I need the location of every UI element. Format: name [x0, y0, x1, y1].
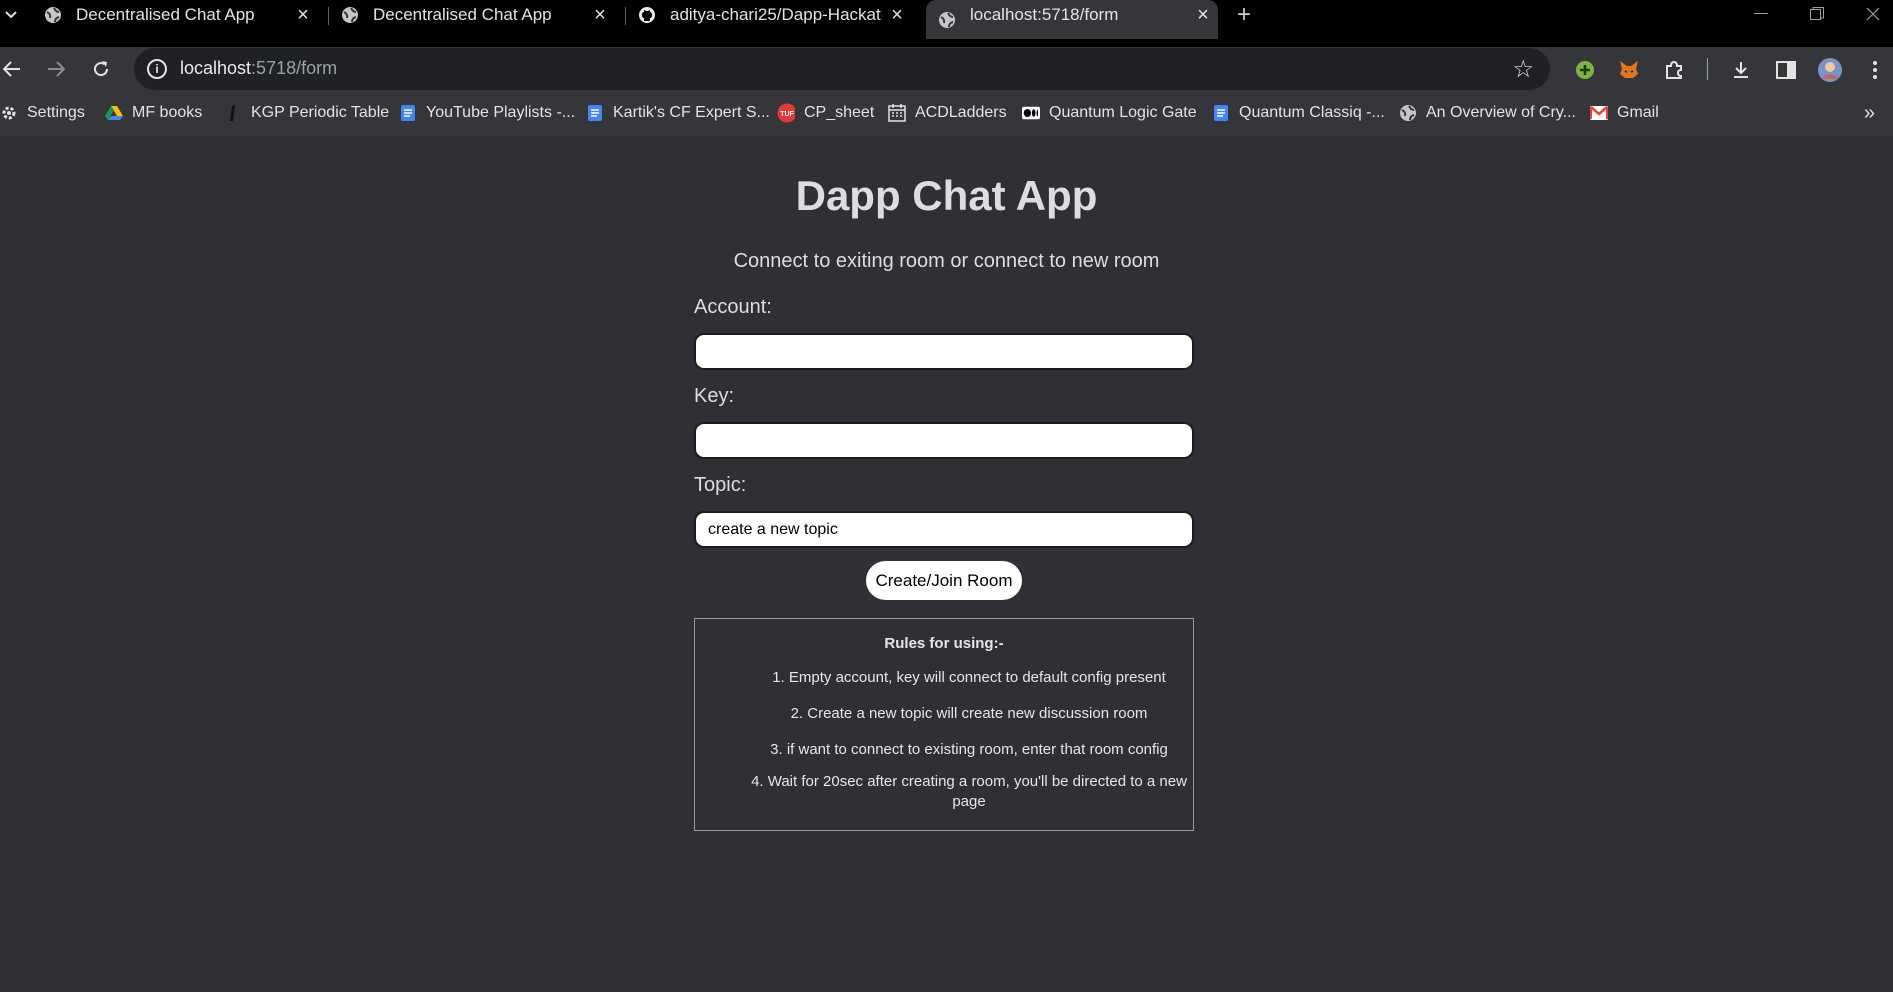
tab-search-icon[interactable] — [0, 0, 22, 30]
tab-3[interactable]: aditya-chari25/Dapp-Hackathon × — [616, 0, 912, 30]
github-icon — [638, 6, 656, 24]
calendar-icon — [888, 104, 906, 122]
rule-item: 3. if want to connect to existing room, … — [770, 741, 1168, 758]
gmail-icon — [1590, 104, 1608, 122]
key-input[interactable] — [694, 422, 1194, 459]
profile-avatar-icon[interactable] — [1816, 56, 1844, 84]
topic-input[interactable] — [694, 511, 1194, 548]
tab-4-active[interactable]: localhost:5718/form × — [926, 0, 1218, 39]
bookmark-icon — [224, 104, 242, 122]
page-title: Dapp Chat App — [795, 172, 1098, 219]
bookmark-overview-cry[interactable]: An Overview of Cry... — [1399, 104, 1576, 122]
forward-arrow-icon[interactable] — [40, 53, 72, 85]
back-arrow-icon[interactable] — [0, 53, 28, 85]
close-tab-icon[interactable]: × — [882, 0, 912, 30]
url-text[interactable]: localhost:5718/form — [180, 58, 337, 79]
bookmark-kgp-periodic-table[interactable]: KGP Periodic Table — [224, 104, 389, 122]
docs-icon — [1212, 104, 1230, 122]
globe-icon — [44, 6, 62, 24]
browser-toolbar: i localhost:5718/form ☆ — [0, 47, 1893, 92]
page-subtitle: Connect to exiting room or connect to ne… — [733, 250, 1160, 272]
extensions-puzzle-icon[interactable] — [1660, 56, 1688, 84]
account-label: Account: — [694, 296, 772, 318]
toolbar-separator — [1707, 58, 1708, 80]
browser-menu-icon[interactable] — [1861, 56, 1889, 84]
bookmark-mf-books[interactable]: MF books — [105, 104, 202, 122]
globe-icon — [1399, 104, 1417, 122]
tab-strip: Decentralised Chat App × Decentralised C… — [0, 0, 1893, 47]
google-drive-icon — [105, 104, 123, 122]
metamask-fox-icon[interactable] — [1615, 56, 1643, 84]
medium-icon — [1022, 104, 1040, 122]
rules-heading: Rules for using:- — [884, 635, 1004, 652]
reload-icon[interactable] — [85, 53, 117, 85]
new-tab-icon[interactable]: + — [1229, 0, 1259, 30]
gear-icon — [0, 104, 18, 122]
more-bookmarks-icon[interactable]: » — [1864, 102, 1875, 125]
bookmark-settings[interactable]: Settings — [0, 104, 85, 122]
close-tab-icon[interactable]: × — [288, 0, 318, 30]
account-input[interactable] — [694, 333, 1194, 370]
tab-title: localhost:5718/form — [970, 5, 1119, 24]
extension-green-icon[interactable] — [1571, 56, 1599, 84]
bookmark-star-icon[interactable]: ☆ — [1512, 55, 1534, 84]
svg-text:TUF: TUF — [780, 111, 794, 118]
create-join-room-button[interactable]: Create/Join Room — [866, 561, 1022, 600]
key-label: Key: — [694, 385, 735, 407]
rule-item: 1. Empty account, key will connect to de… — [772, 669, 1166, 686]
docs-icon — [399, 104, 417, 122]
topic-label: Topic: — [694, 474, 747, 496]
globe-icon — [341, 6, 359, 24]
rules-box: Rules for using:- 1. Empty account, key … — [694, 618, 1194, 831]
minimize-icon[interactable] — [1738, 0, 1784, 28]
tab-title: aditya-chari25/Dapp-Hackathon — [670, 5, 882, 24]
rule-item: 4. Wait for 20sec after creating a room,… — [751, 773, 1187, 810]
restore-icon[interactable] — [1794, 0, 1840, 28]
bookmarks-bar: Settings MF books KGP Periodic Table You… — [0, 92, 1893, 136]
tuf-icon: TUF — [777, 103, 795, 123]
side-panel-icon[interactable] — [1772, 56, 1800, 84]
site-info-icon[interactable]: i — [147, 59, 167, 79]
tab-1[interactable]: Decentralised Chat App × — [22, 0, 318, 30]
docs-icon — [586, 104, 604, 122]
globe-icon — [938, 11, 956, 29]
bookmark-cp-sheet[interactable]: TUF CP_sheet — [777, 103, 874, 123]
close-tab-icon[interactable]: × — [585, 0, 615, 30]
rules-list: 1. Empty account, key will connect to de… — [695, 668, 1193, 812]
address-bar[interactable]: i localhost:5718/form ☆ — [134, 48, 1550, 90]
tab-title: Decentralised Chat App — [76, 5, 255, 24]
close-tab-icon[interactable]: × — [1188, 0, 1218, 30]
tab-title: Decentralised Chat App — [373, 5, 552, 24]
close-window-icon[interactable] — [1850, 0, 1893, 28]
bookmark-youtube-playlists[interactable]: YouTube Playlists -... — [399, 104, 575, 122]
bookmark-quantum-logic-gate[interactable]: Quantum Logic Gate — [1022, 104, 1197, 122]
bookmark-quantum-classiq[interactable]: Quantum Classiq -... — [1212, 104, 1385, 122]
bookmark-gmail[interactable]: Gmail — [1590, 104, 1659, 122]
page-content: Dapp Chat App Connect to exiting room or… — [0, 136, 1893, 992]
tab-2[interactable]: Decentralised Chat App × — [319, 0, 615, 30]
rule-item: 2. Create a new topic will create new di… — [790, 705, 1148, 722]
downloads-icon[interactable] — [1727, 56, 1755, 84]
bookmark-acdladders[interactable]: ACDLadders — [888, 104, 1007, 122]
bookmark-kartiks-cf[interactable]: Kartik's CF Expert S... — [586, 104, 770, 122]
